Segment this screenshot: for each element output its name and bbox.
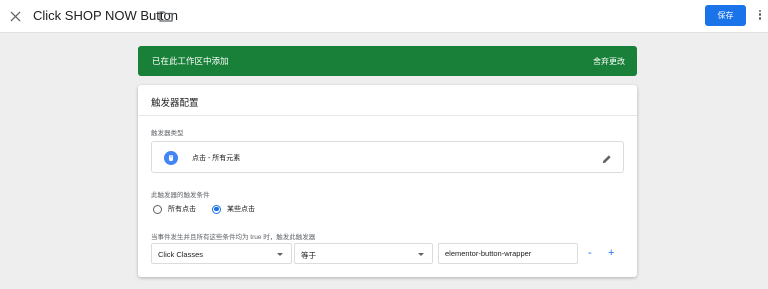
trigger-type-value: 点击 - 所有元素 [192, 155, 241, 162]
top-app-bar: Click SHOP NOW Button 保存 [0, 0, 768, 33]
save-button[interactable]: 保存 [705, 5, 746, 26]
radio-button[interactable] [212, 204, 221, 214]
condition-value-input[interactable] [438, 243, 578, 264]
trigger-type-label: 触发器类型 [151, 130, 184, 137]
dropdown-caret-icon [277, 252, 283, 256]
close-button[interactable] [7, 8, 23, 24]
radio-label: 某些点击 [227, 206, 255, 213]
operator-select[interactable]: 等于 [294, 243, 433, 264]
folder-icon [159, 11, 173, 22]
trigger-type-selector[interactable]: 点击 - 所有元素 [151, 141, 624, 173]
trigger-config-card: 触发器配置 触发器类型 点击 - 所有元素 此触发器的触发条件 所有点击 某些点… [138, 85, 637, 277]
operator-value: 等于 [301, 251, 316, 260]
divider [138, 115, 637, 116]
radio-some-clicks[interactable]: 某些点击 [212, 204, 255, 214]
condition-label: 当事件发生并且所有这些条件均为 true 时，触发此触发器 [151, 234, 316, 241]
radio-button[interactable] [153, 204, 162, 214]
variable-value: Click Classes [158, 250, 204, 259]
card-title: 触发器配置 [151, 98, 199, 109]
fires-on-label: 此触发器的触发条件 [151, 192, 210, 199]
dropdown-caret-icon [418, 252, 424, 256]
click-cursor-icon [164, 151, 178, 165]
remove-condition-button[interactable]: - [588, 246, 592, 260]
add-condition-button[interactable]: + [608, 246, 614, 260]
more-vert-icon [758, 9, 762, 12]
trigger-name[interactable]: Click SHOP NOW Button [33, 8, 178, 23]
radio-all-clicks[interactable]: 所有点击 [153, 204, 196, 214]
more-options-button[interactable] [757, 8, 763, 24]
discard-changes-link[interactable]: 舍弃更改 [593, 56, 625, 67]
pencil-icon[interactable] [601, 152, 612, 164]
radio-label: 所有点击 [168, 206, 196, 213]
banner-message: 已在此工作区中添加 [152, 56, 229, 66]
close-icon [9, 10, 21, 22]
workspace-status-banner: 已在此工作区中添加 舍弃更改 [138, 46, 637, 76]
variable-select[interactable]: Click Classes [151, 243, 292, 264]
folder-button[interactable] [159, 9, 173, 23]
